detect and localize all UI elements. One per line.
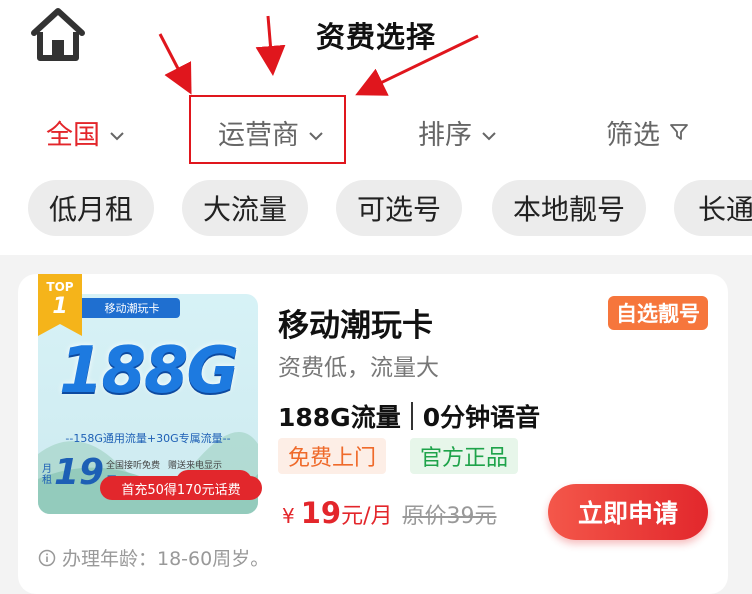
funnel-icon	[670, 117, 688, 148]
data-spec: 188G流量	[278, 403, 401, 432]
chip-low-rent[interactable]: 低月租	[28, 180, 154, 236]
age-note-text: 办理年龄：18-60周岁。	[62, 548, 270, 570]
chip-big-data[interactable]: 大流量	[182, 180, 308, 236]
spec-divider	[410, 402, 413, 430]
chip-long-call[interactable]: 长通	[674, 180, 752, 236]
price-line: ¥ 19 元/月 原价39元	[282, 496, 497, 530]
original-price: 原价39元	[402, 504, 497, 529]
apply-button[interactable]: 立即申请	[548, 484, 708, 540]
product-card[interactable]: 移动潮玩卡 188G --158G通用流量+30G专属流量-- 月租 19元 全…	[18, 274, 728, 594]
voice-spec: 0分钟语音	[422, 403, 541, 432]
annotation-highlight-box	[189, 95, 346, 164]
thumb-big-text: 188G	[58, 334, 239, 408]
badge-top-text: TOP	[46, 280, 74, 294]
product-name: 移动潮玩卡	[278, 308, 433, 344]
chevron-down-icon	[110, 117, 124, 148]
product-specs: 188G流量 0分钟语音	[278, 398, 540, 434]
filter-sort[interactable]: 排序	[418, 112, 496, 152]
filter-region-label: 全国	[46, 119, 100, 151]
quick-tags: 低月租 大流量 可选号 本地靓号 长通	[0, 180, 752, 236]
product-description: 资费低，流量大	[278, 355, 439, 381]
thumb-monthly-label: 月租	[42, 464, 52, 486]
select-number-tag: 自选靓号	[608, 296, 708, 330]
top-header: 资费选择 全国 运营商 排序 筛选 低月租 大流量 可选号 本地靓号 长通	[0, 0, 752, 255]
feature-tag-free-delivery: 免费上门	[278, 438, 387, 474]
thumb-perk-1: 全国接听免费	[106, 461, 161, 471]
thumb-brand: 移动潮玩卡	[104, 302, 160, 315]
age-note: 办理年龄：18-60周岁。	[38, 544, 269, 571]
filter-sort-label: 排序	[418, 119, 472, 151]
filter-screen[interactable]: 筛选	[606, 112, 688, 152]
chip-local-number[interactable]: 本地靓号	[492, 180, 646, 236]
price-value: 19	[300, 496, 342, 530]
feature-tag-official: 官方正品	[410, 438, 519, 474]
filter-bar: 全国 运营商 排序 筛选	[0, 112, 752, 152]
thumb-perk-2: 赠送来电显示	[168, 461, 223, 471]
filter-screen-label: 筛选	[606, 119, 660, 151]
price-unit: 元/月	[341, 504, 393, 529]
thumb-promo: 首充50得170元话费	[100, 476, 262, 500]
chip-choose-number[interactable]: 可选号	[336, 180, 462, 236]
thumb-sub-text: --158G通用流量+30G专属流量--	[65, 432, 231, 445]
badge-rank-number: 1	[52, 294, 68, 319]
currency-symbol: ¥	[282, 504, 295, 528]
filter-region[interactable]: 全国	[46, 112, 124, 152]
chevron-down-icon	[482, 117, 496, 148]
